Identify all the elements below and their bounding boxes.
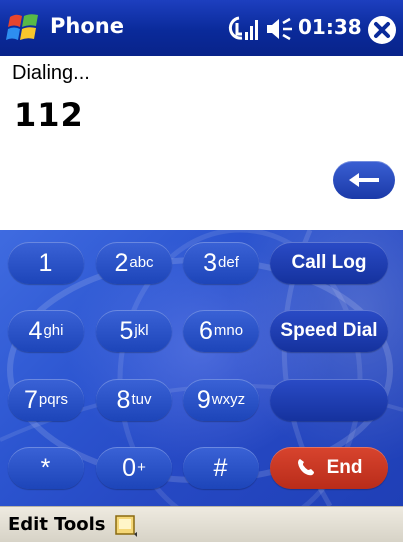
key-3[interactable]: 3def	[183, 242, 259, 284]
close-button[interactable]	[368, 16, 396, 44]
start-menu-flag-icon[interactable]	[6, 11, 44, 45]
call-status: Dialing...	[12, 62, 90, 84]
speed-dial-button[interactable]: Speed Dial	[270, 310, 388, 352]
title-bar: Phone 01:38	[0, 0, 403, 56]
key-hash[interactable]: #	[183, 447, 259, 489]
close-icon	[374, 22, 390, 38]
call-log-button[interactable]: Call Log	[270, 242, 388, 284]
key-6[interactable]: 6mno	[183, 310, 259, 352]
blank-side-button[interactable]	[270, 379, 388, 421]
tools-menu[interactable]: Tools	[54, 514, 106, 535]
backspace-button[interactable]	[333, 161, 395, 199]
call-log-label: Call Log	[291, 252, 367, 273]
dialed-number: 112	[14, 96, 84, 134]
end-call-button[interactable]: End	[270, 447, 388, 489]
dial-display: Dialing... 112	[0, 56, 403, 230]
speaker-volume-icon[interactable]	[265, 16, 297, 42]
input-panel-icon[interactable]	[113, 512, 139, 538]
signal-strength-icon[interactable]	[228, 14, 262, 42]
key-2[interactable]: 2abc	[96, 242, 172, 284]
key-4[interactable]: 4ghi	[8, 310, 84, 352]
app-title: Phone	[50, 14, 124, 38]
key-5[interactable]: 5jkl	[96, 310, 172, 352]
phone-handset-icon	[297, 458, 314, 475]
backspace-arrow-icon	[349, 173, 379, 187]
key-8[interactable]: 8tuv	[96, 379, 172, 421]
clock[interactable]: 01:38	[298, 15, 362, 39]
end-call-label: End	[326, 457, 363, 478]
key-star[interactable]: *	[8, 447, 84, 489]
key-0[interactable]: 0+	[96, 447, 172, 489]
keypad: 1 2abc 3def Call Log 4ghi 5jkl 6mno Spee…	[0, 230, 403, 506]
key-7[interactable]: 7pqrs	[8, 379, 84, 421]
edit-menu[interactable]: Edit	[8, 514, 48, 535]
menu-bar: Edit Tools	[0, 506, 403, 542]
key-1[interactable]: 1	[8, 242, 84, 284]
speed-dial-label: Speed Dial	[280, 320, 378, 341]
phone-app-window: Phone 01:38 Dialing... 112 1 2abc 3def C…	[0, 0, 403, 542]
key-9[interactable]: 9wxyz	[183, 379, 259, 421]
